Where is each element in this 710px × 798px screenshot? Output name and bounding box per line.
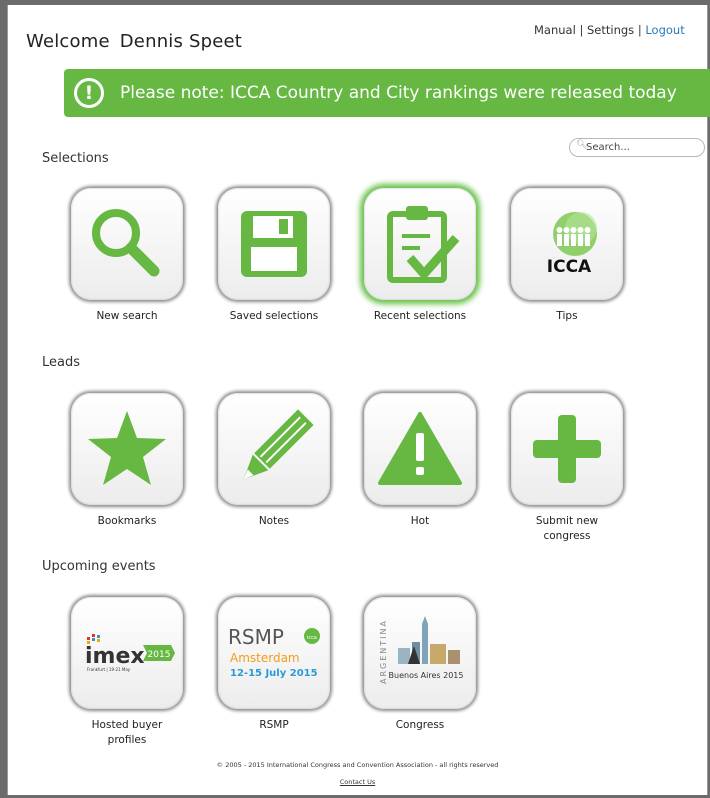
icca-logo: ICCA <box>547 212 597 277</box>
tile-hosted-buyer-profiles[interactable]: imex 2015 Frankfurt | 19-21 May Hosted b… <box>62 597 192 748</box>
clipboard-check-icon <box>387 206 460 283</box>
tile-hot[interactable]: Hot <box>355 393 485 529</box>
notes-button[interactable] <box>218 393 330 505</box>
tile-label: New search <box>96 310 158 322</box>
tips-button[interactable]: ICCA <box>511 188 623 300</box>
star-icon <box>88 411 166 485</box>
section-title-upcoming-events: Upcoming events <box>42 559 156 574</box>
tile-label: Recent selections <box>373 310 467 322</box>
rsmp-dates: 12-15 July 2015 <box>230 668 318 679</box>
page-frame: Welcome Dennis Speet Manual | Settings | … <box>7 5 710 795</box>
top-links: Manual | Settings | Logout <box>534 23 685 37</box>
rsmp-brand: RSMP <box>228 625 284 649</box>
saved-selections-button[interactable] <box>218 188 330 300</box>
rsmp-city: Amsterdam <box>230 651 300 665</box>
logout-link[interactable]: Logout <box>645 23 684 37</box>
imex-event-button[interactable]: imex 2015 Frankfurt | 19-21 May <box>71 597 183 709</box>
section-title-leads: Leads <box>42 355 81 370</box>
rsmp-logo: RSMP icca Amsterdam 12-15 July 2015 <box>228 625 320 679</box>
floppy-disk-icon <box>241 211 307 277</box>
tile-rsmp[interactable]: RSMP icca Amsterdam 12-15 July 2015 RSMP <box>209 597 339 733</box>
imex-subtitle: Frankfurt | 19-21 May <box>87 667 131 672</box>
search-box[interactable]: 🔍︎ <box>569 138 705 157</box>
settings-link[interactable]: Settings <box>587 23 634 37</box>
congress-event-button[interactable]: ARGENTINA Buenos Aires 2015 <box>364 597 476 709</box>
tile-label: Hot <box>410 515 430 527</box>
tile-new-search[interactable]: New search <box>62 188 192 324</box>
tile-label: Bookmarks <box>97 515 157 527</box>
magnifier-icon <box>92 209 160 277</box>
announcement-banner: ! Please note: ICCA Country and City ran… <box>64 69 710 117</box>
warning-triangle-icon <box>378 412 462 485</box>
tile-label: RSMP <box>259 719 289 731</box>
announcement-text: Please note: ICCA Country and City ranki… <box>120 83 677 103</box>
new-search-button[interactable] <box>71 188 183 300</box>
plus-icon <box>533 415 601 483</box>
manual-link[interactable]: Manual <box>534 23 576 37</box>
search-input[interactable] <box>586 140 696 154</box>
tile-label: Notes <box>258 515 290 527</box>
hot-button[interactable] <box>364 393 476 505</box>
welcome-label: Welcome <box>26 31 110 52</box>
recent-selections-button[interactable] <box>364 188 476 300</box>
rsmp-event-button[interactable]: RSMP icca Amsterdam 12-15 July 2015 <box>218 597 330 709</box>
tile-label: Congress <box>395 719 445 731</box>
footer-contact-container: Contact Us <box>8 778 707 786</box>
imex-logo: imex 2015 Frankfurt | 19-21 May <box>85 634 175 672</box>
section-title-selections: Selections <box>42 151 109 166</box>
tile-label: Hosted buyer profiles <box>91 719 163 746</box>
tile-tips[interactable]: ICCA Tips <box>502 188 632 324</box>
tile-label: Saved selections <box>229 310 319 322</box>
rsmp-badge: icca <box>307 635 317 641</box>
tile-congress[interactable]: ARGENTINA Buenos Aires 2015 Congress <box>355 597 485 733</box>
imex-brand: imex <box>85 644 145 669</box>
link-separator: | <box>579 23 584 37</box>
bookmarks-button[interactable] <box>71 393 183 505</box>
tile-label: Tips <box>556 310 578 322</box>
svg-text:ICCA: ICCA <box>547 257 592 277</box>
congress-city: Buenos Aires 2015 <box>389 671 464 680</box>
tile-recent-selections[interactable]: Recent selections <box>355 188 485 324</box>
contact-us-link[interactable]: Contact Us <box>340 778 376 786</box>
welcome-heading: Welcome Dennis Speet <box>26 31 242 52</box>
pencil-icon <box>243 409 314 480</box>
link-separator: | <box>637 23 642 37</box>
buenos-aires-logo: ARGENTINA Buenos Aires 2015 <box>379 616 464 684</box>
imex-year: 2015 <box>148 650 171 660</box>
congress-country: ARGENTINA <box>379 619 388 684</box>
submit-new-congress-button[interactable] <box>511 393 623 505</box>
tile-saved-selections[interactable]: Saved selections <box>209 188 339 324</box>
footer-copyright: © 2005 - 2015 International Congress and… <box>216 761 499 769</box>
exclamation-circle-icon: ! <box>74 78 104 108</box>
tile-bookmarks[interactable]: Bookmarks <box>62 393 192 529</box>
tile-label: Submit new congress <box>535 515 599 542</box>
tile-submit-new-congress[interactable]: Submit new congress <box>502 393 632 544</box>
user-name: Dennis Speet <box>119 31 243 52</box>
tile-notes[interactable]: Notes <box>209 393 339 529</box>
